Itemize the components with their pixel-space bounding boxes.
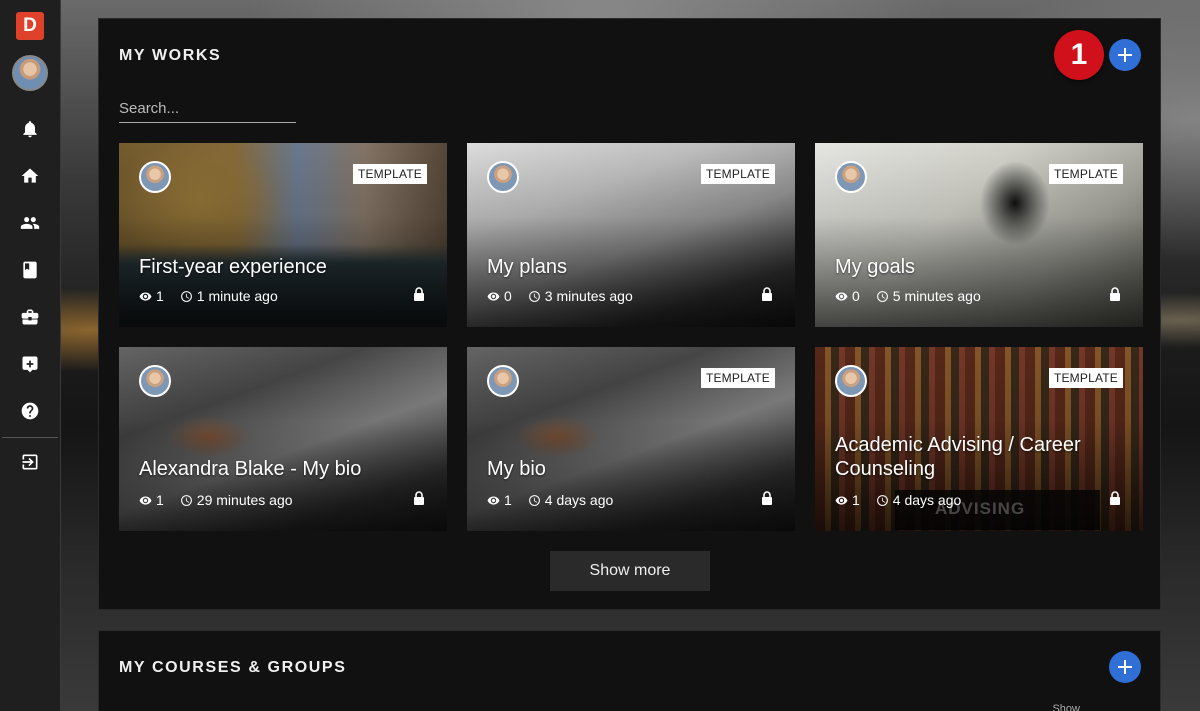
- view-count: 1: [156, 288, 164, 304]
- clock-icon: [528, 494, 540, 506]
- clock-icon: [876, 494, 888, 506]
- eye-icon: [139, 495, 152, 505]
- plus-icon: [1118, 48, 1132, 62]
- work-card[interactable]: TEMPLATE First-year experience 1 1 minut…: [119, 143, 447, 327]
- lock-icon: [414, 287, 424, 301]
- modified-time: 4 days ago: [544, 492, 614, 508]
- owner-avatar: [139, 161, 171, 193]
- view-count: 0: [504, 288, 512, 304]
- work-card[interactable]: TEMPLATE My bio 1 4 days ago: [467, 347, 795, 531]
- work-card[interactable]: TEMPLATE My plans 0 3 minutes ago: [467, 143, 795, 327]
- step-badge: 1: [1054, 30, 1104, 80]
- owner-avatar: [139, 365, 171, 397]
- modified-time: 5 minutes ago: [892, 288, 981, 304]
- eye-icon: [487, 495, 500, 505]
- book-icon: [23, 261, 37, 279]
- plus-icon: [1118, 660, 1132, 674]
- help-icon: [21, 402, 39, 420]
- add-work-button[interactable]: [1109, 39, 1141, 71]
- app-logo[interactable]: D: [16, 12, 44, 40]
- home-icon: [21, 168, 39, 183]
- card-title: Academic Advising / Career Counseling: [835, 434, 1081, 480]
- template-tag: TEMPLATE: [1048, 164, 1123, 184]
- template-tag: TEMPLATE: [1048, 368, 1123, 388]
- template-tag: TEMPLATE: [700, 368, 775, 388]
- clock-icon: [876, 290, 888, 302]
- card-meta: 1 4 days ago: [487, 492, 613, 508]
- eye-icon: [835, 291, 848, 301]
- lock-icon: [1110, 491, 1120, 505]
- logout-button[interactable]: [0, 452, 61, 472]
- panel-title: MY WORKS: [119, 47, 222, 64]
- eye-icon: [835, 495, 848, 505]
- card-meta: 1 1 minute ago: [139, 288, 278, 304]
- owner-avatar: [835, 365, 867, 397]
- card-meta: 0 3 minutes ago: [487, 288, 633, 304]
- modified-time: 1 minute ago: [196, 288, 278, 304]
- template-tag: TEMPLATE: [352, 164, 427, 184]
- user-avatar[interactable]: [12, 55, 48, 91]
- card-meta: 1 29 minutes ago: [139, 492, 293, 508]
- modified-time: 3 minutes ago: [544, 288, 633, 304]
- eye-icon: [487, 291, 500, 301]
- home-button[interactable]: [0, 166, 61, 186]
- lock-icon: [762, 491, 772, 505]
- library-button[interactable]: [0, 260, 61, 280]
- clock-icon: [528, 290, 540, 302]
- card-title: My goals: [835, 256, 916, 278]
- card-overlay-text: ADVISING: [935, 499, 1026, 518]
- card-title: Alexandra Blake - My bio: [139, 458, 362, 480]
- eye-icon: [139, 291, 152, 301]
- add-course-button[interactable]: [1109, 651, 1141, 683]
- view-count: 1: [852, 492, 860, 508]
- owner-avatar: [487, 161, 519, 193]
- panel-title: MY COURSES & GROUPS: [119, 659, 347, 676]
- clock-icon: [180, 494, 192, 506]
- view-count: 1: [156, 492, 164, 508]
- portfolio-button[interactable]: [0, 307, 61, 327]
- owner-avatar: [835, 161, 867, 193]
- notifications-button[interactable]: [0, 119, 61, 139]
- people-icon: [20, 217, 40, 229]
- work-card[interactable]: TEMPLATE My goals 0 5 minutes ago: [815, 143, 1143, 327]
- logout-icon: [22, 454, 38, 470]
- modified-time: 29 minutes ago: [196, 492, 293, 508]
- work-card[interactable]: ADVISING TEMPLATE Academic Advising / Ca…: [815, 347, 1143, 531]
- lock-icon: [1110, 287, 1120, 301]
- card-title: First-year experience: [139, 256, 327, 278]
- clock-icon: [180, 290, 192, 302]
- my-works-panel: MY WORKS 1 TEMPLATE First-year experienc…: [98, 18, 1161, 610]
- card-title: My plans: [487, 256, 568, 278]
- briefcase-icon: [21, 309, 39, 325]
- people-button[interactable]: [0, 213, 61, 233]
- search-input[interactable]: [119, 95, 296, 123]
- view-count: 0: [852, 288, 860, 304]
- sidebar: D: [0, 0, 61, 711]
- lock-icon: [762, 287, 772, 301]
- view-count: 1: [504, 492, 512, 508]
- show-toggle[interactable]: Show: [1052, 703, 1080, 711]
- template-tag: TEMPLATE: [700, 164, 775, 184]
- sidebar-divider: [2, 437, 58, 438]
- card-meta: 0 5 minutes ago: [835, 288, 981, 304]
- owner-avatar: [487, 365, 519, 397]
- my-courses-panel: MY COURSES & GROUPS Show: [98, 630, 1161, 711]
- bell-icon: [23, 121, 37, 138]
- show-more-button[interactable]: Show more: [550, 551, 710, 591]
- work-card[interactable]: Alexandra Blake - My bio 1 29 minutes ag…: [119, 347, 447, 531]
- card-title: My bio: [487, 458, 546, 480]
- help-button[interactable]: [0, 401, 61, 421]
- lock-icon: [414, 491, 424, 505]
- add-box-icon: [22, 356, 38, 373]
- create-button[interactable]: [0, 354, 61, 374]
